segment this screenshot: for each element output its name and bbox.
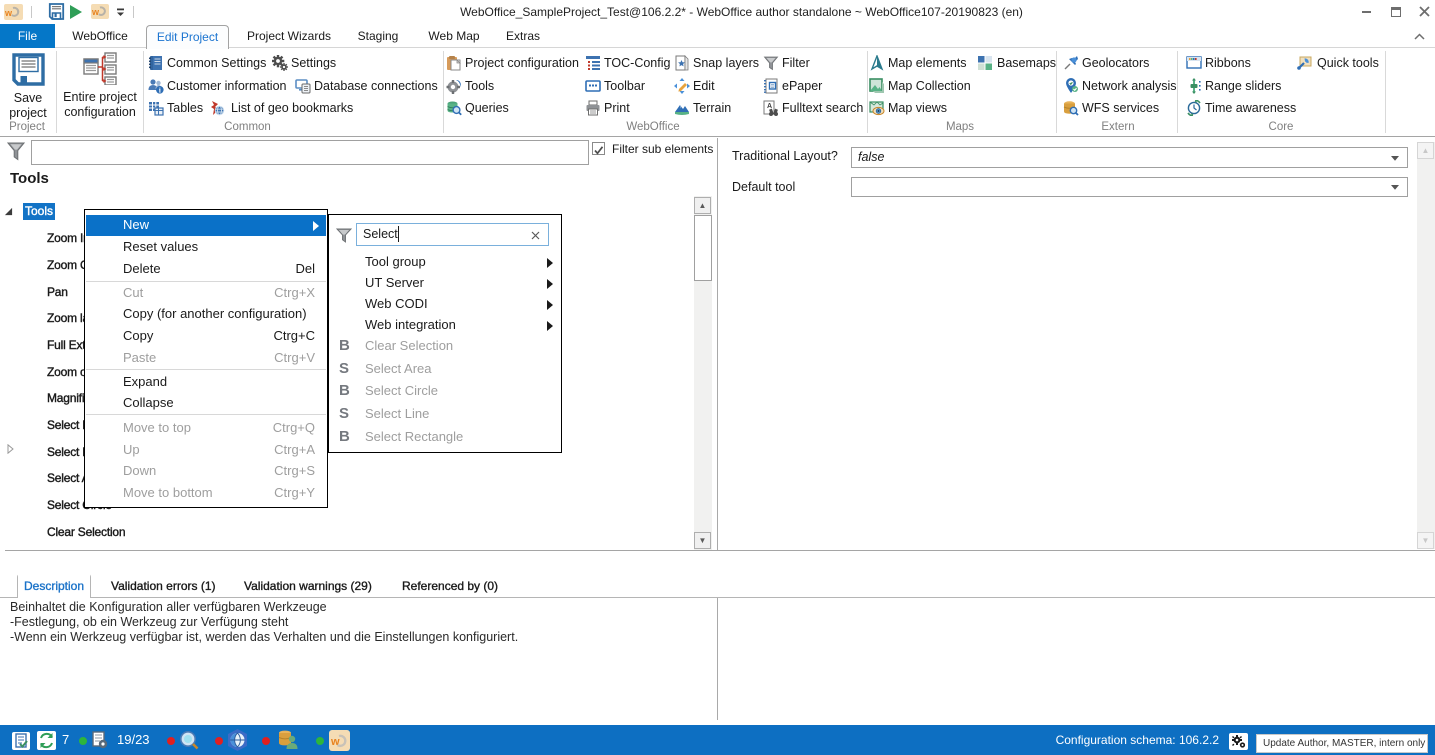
svg-text:i: i bbox=[159, 87, 161, 94]
svg-text:w: w bbox=[4, 8, 13, 18]
svg-text:w: w bbox=[91, 7, 100, 17]
